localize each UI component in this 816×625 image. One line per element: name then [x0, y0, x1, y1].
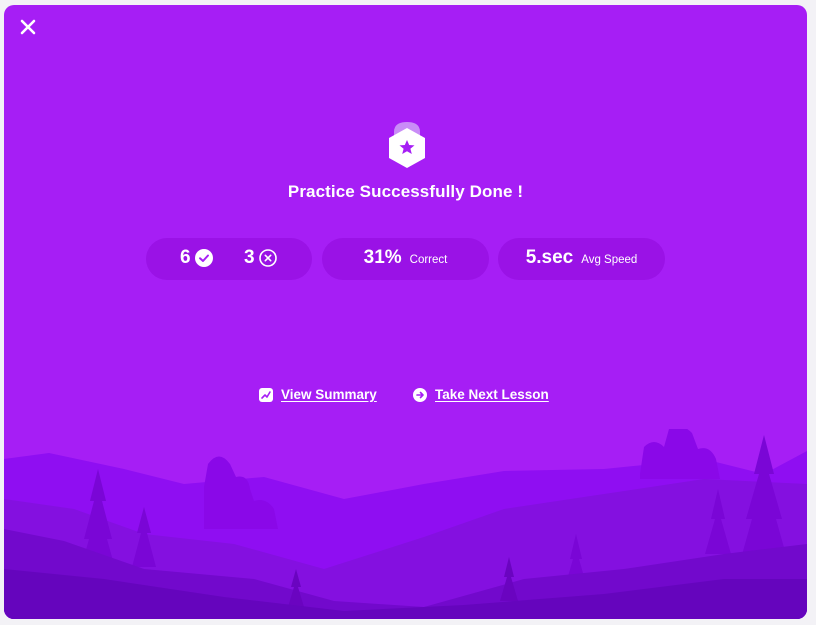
accuracy-value: 31% — [363, 247, 402, 268]
arrow-right-circle-icon — [413, 387, 427, 402]
speed-pill: 5.sec Avg Speed — [498, 238, 665, 280]
star-badge-icon — [389, 122, 425, 168]
correct-count: 6 — [180, 247, 191, 268]
take-next-lesson-link[interactable]: Take Next Lesson — [413, 387, 549, 402]
x-circle-icon — [258, 249, 277, 267]
check-circle-icon — [194, 249, 213, 267]
incorrect-count-group: 3 — [244, 247, 277, 269]
chart-icon — [259, 387, 273, 402]
accuracy-group: 31% Correct — [322, 247, 489, 269]
completion-card: Practice Successfully Done ! 6 3 31% Cor… — [4, 5, 807, 619]
accuracy-label: Correct — [409, 254, 448, 266]
speed-group: 5.sec Avg Speed — [498, 247, 665, 269]
take-next-lesson-label: Take Next Lesson — [435, 387, 549, 402]
mountain-landscape-illustration — [4, 429, 807, 619]
speed-value: 5.sec — [525, 247, 574, 268]
incorrect-count: 3 — [244, 247, 255, 268]
close-icon[interactable] — [18, 17, 38, 37]
result-title: Practice Successfully Done ! — [287, 182, 524, 201]
view-summary-label: View Summary — [281, 387, 377, 402]
accuracy-pill: 31% Correct — [322, 238, 489, 280]
answer-count-pill: 6 3 — [146, 238, 312, 280]
speed-label: Avg Speed — [581, 254, 638, 266]
correct-count-group: 6 — [180, 247, 213, 269]
view-summary-link[interactable]: View Summary — [259, 387, 377, 402]
